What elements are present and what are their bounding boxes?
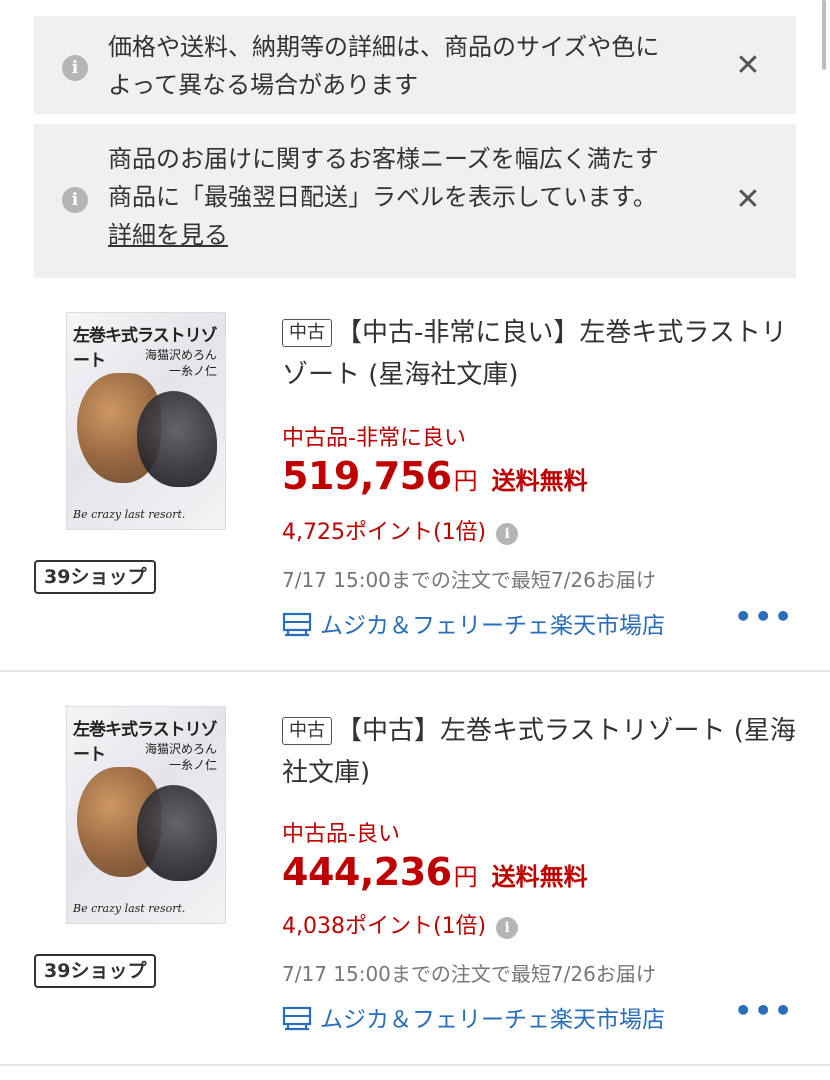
- condition-tag: 中古: [282, 717, 332, 745]
- free-shipping-label: 送料無料: [491, 863, 588, 891]
- cover-author-name: 一糸ノ仁: [168, 364, 217, 378]
- notice-size-color: i 価格や送料、納期等の詳細は、商品のサイズや色に よって異なる場合があります …: [34, 16, 796, 114]
- scrollbar[interactable]: [822, 0, 826, 70]
- shop-link[interactable]: ムジカ＆フェリーチェ楽天市場店: [282, 1000, 665, 1034]
- notice-text: 価格や送料、納期等の詳細は、商品のサイズや色に よって異なる場合があります: [108, 28, 708, 104]
- currency: 円: [453, 863, 478, 891]
- close-icon[interactable]: ✕: [734, 185, 762, 215]
- shop-link[interactable]: ムジカ＆フェリーチェ楽天市場店: [282, 606, 665, 640]
- condition-tag: 中古: [282, 319, 332, 347]
- divider: [0, 1064, 830, 1066]
- product-title[interactable]: 中古 【中古】左巻キ式ラストリゾート (星海社文庫): [282, 710, 802, 794]
- price: 519,756: [282, 454, 452, 498]
- notice-line: 価格や送料、納期等の詳細は、商品のサイズや色に: [108, 33, 660, 61]
- product-thumbnail[interactable]: 左巻キ式ラストリゾート 海猫沢めろん 一糸ノ仁 Be crazy last re…: [66, 706, 226, 924]
- shop-name[interactable]: ムジカ＆フェリーチェ楽天市場店: [320, 1007, 665, 1033]
- cover-subtitle: Be crazy last resort.: [73, 902, 186, 915]
- cover-subtitle: Be crazy last resort.: [73, 508, 186, 521]
- divider: [0, 670, 830, 672]
- product-title-text[interactable]: 【中古】左巻キ式ラストリゾート (星海社文庫): [282, 716, 796, 788]
- info-icon: i: [62, 187, 88, 213]
- shop-icon: [282, 1006, 312, 1031]
- more-options-icon[interactable]: •••: [734, 994, 794, 1027]
- shop-badge: 39ショップ: [34, 954, 157, 988]
- shop-badge: 39ショップ: [34, 560, 157, 594]
- points: 4,725ポイント(1倍) i: [282, 514, 519, 546]
- notice-fast-delivery: i 商品のお届けに関するお客様ニーズを幅広く満たす 商品に「最強翌日配送」ラベル…: [34, 124, 796, 278]
- currency: 円: [453, 467, 478, 495]
- details-link[interactable]: 詳細を見る: [108, 221, 228, 249]
- cover-author-name: 一糸ノ仁: [168, 758, 217, 772]
- notice-text: 商品のお届けに関するお客様ニーズを幅広く満たす 商品に「最強翌日配送」ラベルを表…: [108, 140, 708, 254]
- condition-label: 中古品-非常に良い: [282, 426, 466, 451]
- notice-line: 商品のお届けに関するお客様ニーズを幅広く満たす: [108, 145, 659, 173]
- product-title[interactable]: 中古 【中古-非常に良い】左巻キ式ラストリゾート (星海社文庫): [282, 312, 802, 396]
- price: 444,236: [282, 850, 452, 894]
- free-shipping-label: 送料無料: [491, 467, 588, 495]
- info-icon[interactable]: i: [496, 523, 519, 545]
- cover-art: [137, 785, 217, 881]
- info-icon: i: [62, 55, 88, 81]
- delivery-estimate: 7/17 15:00までの注文で最短7/26お届け: [282, 962, 656, 986]
- points-text: 4,725ポイント(1倍): [282, 520, 487, 545]
- cover-author-name: 海猫沢めろん: [144, 348, 217, 362]
- shop-name[interactable]: ムジカ＆フェリーチェ楽天市場店: [320, 613, 665, 639]
- notice-line: 商品に「最強翌日配送」ラベルを表示しています。: [108, 183, 657, 211]
- info-icon[interactable]: i: [496, 917, 519, 939]
- cover-author: 海猫沢めろん 一糸ノ仁: [145, 347, 217, 379]
- product-thumbnail[interactable]: 左巻キ式ラストリゾート 海猫沢めろん 一糸ノ仁 Be crazy last re…: [66, 312, 226, 530]
- price-row: 444,236円 送料無料: [282, 850, 588, 894]
- points-text: 4,038ポイント(1倍): [282, 914, 487, 939]
- shop-icon: [282, 612, 312, 637]
- delivery-estimate: 7/17 15:00までの注文で最短7/26お届け: [282, 568, 656, 592]
- cover-author-name: 海猫沢めろん: [144, 742, 217, 756]
- notice-line: よって異なる場合があります: [108, 71, 419, 99]
- price-row: 519,756円 送料無料: [282, 454, 588, 498]
- close-icon[interactable]: ✕: [734, 51, 762, 81]
- cover-author: 海猫沢めろん 一糸ノ仁: [145, 741, 217, 773]
- more-options-icon[interactable]: •••: [734, 600, 794, 633]
- cover-art: [137, 391, 217, 487]
- condition-label: 中古品-良い: [282, 822, 400, 847]
- points: 4,038ポイント(1倍) i: [282, 908, 519, 940]
- product-title-text[interactable]: 【中古-非常に良い】左巻キ式ラストリゾート (星海社文庫): [282, 318, 787, 390]
